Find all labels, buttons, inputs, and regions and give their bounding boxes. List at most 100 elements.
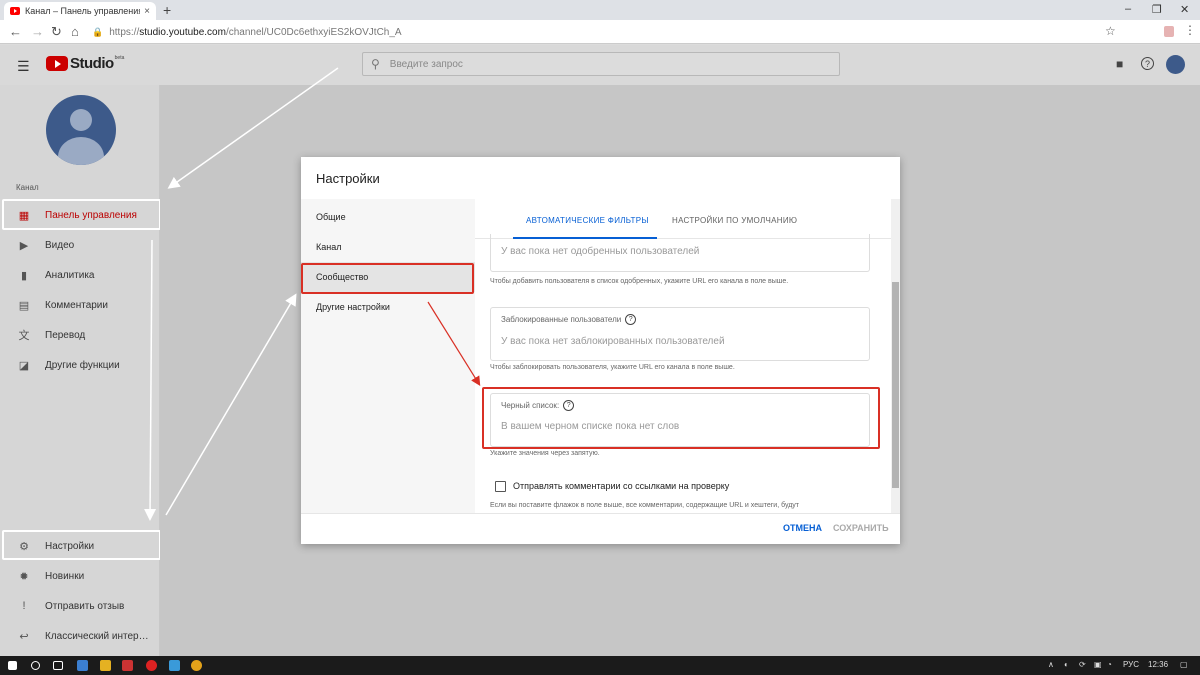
- url-host: studio.youtube.com: [139, 26, 226, 38]
- feedback-icon: !: [22, 600, 26, 612]
- links-review-label[interactable]: Отправлять комментарии со ссылками на пр…: [513, 481, 729, 491]
- bookmark-star-icon[interactable]: ☆: [1105, 24, 1116, 38]
- links-review-checkbox[interactable]: [495, 481, 506, 492]
- minimize-button[interactable]: –: [1125, 3, 1131, 15]
- sidebar-item-other-features[interactable]: ◪ Другие функции: [0, 350, 160, 380]
- restore-button[interactable]: ❐: [1152, 3, 1162, 16]
- sidebar: Канал ▦ Панель управления ▶ Видео ▮ Анал…: [0, 85, 160, 656]
- sidebar-item-comments[interactable]: ▤ Комментарии: [0, 290, 160, 320]
- help-icon[interactable]: ?: [1141, 57, 1154, 70]
- cancel-button[interactable]: ОТМЕНА: [783, 523, 822, 533]
- search-placeholder: Введите запрос: [389, 58, 463, 70]
- window-close-button[interactable]: ✕: [1180, 3, 1189, 16]
- sidebar-item-label: Другие функции: [45, 359, 120, 371]
- home-icon[interactable]: ⌂: [71, 24, 79, 39]
- hamburger-menu-icon[interactable]: ☰: [17, 58, 30, 75]
- analytics-icon: ▮: [20, 269, 28, 282]
- blocked-users-label-text: Заблокированные пользователи: [501, 315, 622, 324]
- approved-users-field[interactable]: У вас пока нет одобренных пользователей: [490, 234, 870, 272]
- forward-arrow-icon[interactable]: →: [31, 24, 44, 39]
- tray-network-icon[interactable]: ◐: [1064, 660, 1069, 669]
- studio-header: ☰ Studio beta ⚲ Введите запрос ■ ?: [0, 45, 1200, 85]
- sidebar-item-translate[interactable]: 文 Перевод: [0, 320, 160, 350]
- other-features-icon: ◪: [18, 359, 30, 372]
- browser-menu-icon[interactable]: ⋮: [1184, 23, 1196, 37]
- dialog-footer: ОТМЕНА СОХРАНИТЬ: [301, 513, 900, 544]
- blacklist-hint: Укажите значения через запятую.: [490, 450, 600, 457]
- sidebar-item-video[interactable]: ▶ Видео: [0, 230, 160, 260]
- tray-keyboard-icon[interactable]: ▣: [1094, 660, 1102, 669]
- settings-dialog: Настройки Общие Канал Сообщество Другие …: [301, 157, 900, 544]
- notifications-icon[interactable]: ▢: [1180, 660, 1188, 669]
- sidebar-item-classic[interactable]: ↩ Классический интер…: [0, 621, 160, 651]
- app-icon[interactable]: [169, 660, 180, 671]
- sidebar-item-analytics[interactable]: ▮ Аналитика: [0, 260, 160, 290]
- channel-avatar[interactable]: [46, 95, 116, 165]
- windows-taskbar: ∧ ◐ ⟳ ▣ ◔ РУС 12:36 ▢: [0, 656, 1200, 675]
- dialog-tabs: АВТОМАТИЧЕСКИЕ ФИЛЬТРЫ НАСТРОЙКИ ПО УМОЛ…: [475, 199, 891, 239]
- extension-icon[interactable]: [1164, 26, 1174, 37]
- lock-icon: 🔒: [92, 26, 104, 37]
- youtube-logo-icon: [46, 56, 68, 71]
- youtube-favicon-icon: [10, 7, 20, 15]
- dialog-nav-other[interactable]: Другие настройки: [301, 292, 475, 322]
- dialog-nav: Общие Канал Сообщество Другие настройки: [301, 199, 475, 513]
- dialog-nav-general[interactable]: Общие: [301, 202, 475, 232]
- tab-auto-filters[interactable]: АВТОМАТИЧЕСКИЕ ФИЛЬТРЫ: [526, 216, 649, 225]
- translate-icon: 文: [18, 330, 30, 342]
- beta-badge: beta: [114, 55, 125, 61]
- browser-tab[interactable]: Канал – Панель управления – Т ×: [4, 2, 156, 20]
- comments-icon: ▤: [18, 299, 30, 312]
- blocked-users-label: Заблокированные пользователи ?: [501, 314, 637, 325]
- file-explorer-icon[interactable]: [100, 660, 111, 671]
- tray-language[interactable]: РУС: [1123, 660, 1139, 669]
- account-avatar[interactable]: [1166, 55, 1185, 74]
- dialog-nav-channel[interactable]: Канал: [301, 232, 475, 262]
- sidebar-item-feedback[interactable]: ! Отправить отзыв: [0, 591, 160, 621]
- blocked-users-hint: Чтобы заблокировать пользователя, укажит…: [490, 364, 735, 371]
- sidebar-item-label: Комментарии: [45, 299, 108, 311]
- url-path: /channel/UC0Dc6ethxyiES2kOVJtCh_A: [225, 26, 402, 38]
- search-icon: ⚲: [371, 57, 380, 71]
- tray-sync-icon[interactable]: ⟳: [1079, 660, 1086, 669]
- yandex-browser-icon[interactable]: [146, 660, 157, 671]
- studio-logo[interactable]: Studio beta: [46, 55, 124, 72]
- save-button[interactable]: СОХРАНИТЬ: [833, 523, 889, 533]
- dialog-title: Настройки: [316, 171, 380, 186]
- filezilla-icon[interactable]: [122, 660, 133, 671]
- browser-tab-title: Канал – Панель управления – Т: [25, 6, 141, 16]
- windows-start-icon[interactable]: [8, 661, 17, 670]
- search-icon[interactable]: [31, 661, 40, 670]
- scrollbar-thumb[interactable]: [892, 282, 899, 488]
- approved-users-placeholder: У вас пока нет одобренных пользователей: [501, 246, 700, 257]
- address-bar[interactable]: 🔒 https://studio.youtube.com/channel/UC0…: [92, 23, 1122, 41]
- task-view-icon[interactable]: [53, 661, 63, 670]
- tray-wifi-icon[interactable]: ◔: [1107, 660, 1112, 669]
- links-review-hint: Если вы поставите флажок в поле выше, вс…: [490, 502, 800, 509]
- sidebar-item-label: Новинки: [45, 570, 85, 582]
- computer-app-icon[interactable]: [77, 660, 88, 671]
- reload-icon[interactable]: ↻: [51, 24, 62, 40]
- sidebar-item-whats-new[interactable]: ✹ Новинки: [0, 561, 160, 591]
- dialog-scrollbar[interactable]: [891, 199, 900, 513]
- studio-logo-text: Studio: [70, 55, 114, 72]
- blocked-users-field[interactable]: Заблокированные пользователи ? У вас пок…: [490, 307, 870, 361]
- dialog-content: АВТОМАТИЧЕСКИЕ ФИЛЬТРЫ НАСТРОЙКИ ПО УМОЛ…: [475, 199, 891, 513]
- new-tab-button[interactable]: +: [163, 2, 171, 18]
- help-icon[interactable]: ?: [625, 314, 637, 325]
- browser-toolbar: ← → ↻ ⌂ 🔒 https://studio.youtube.com/cha…: [0, 20, 1200, 44]
- tray-clock[interactable]: 12:36: [1148, 660, 1168, 669]
- highlight-blacklist: [482, 387, 880, 449]
- highlight-settings: [2, 530, 161, 560]
- tab-close-icon[interactable]: ×: [144, 6, 150, 17]
- tray-expand-icon[interactable]: ∧: [1048, 660, 1054, 669]
- tab-defaults[interactable]: НАСТРОЙКИ ПО УМОЛЧАНИЮ: [672, 216, 797, 225]
- sidebar-item-label: Отправить отзыв: [45, 600, 125, 612]
- chrome-icon[interactable]: [191, 660, 202, 671]
- back-arrow-icon[interactable]: ←: [9, 24, 22, 39]
- blocked-users-placeholder: У вас пока нет заблокированных пользоват…: [501, 336, 725, 347]
- search-input[interactable]: ⚲ Введите запрос: [362, 52, 840, 76]
- video-icon: ▶: [19, 239, 29, 252]
- create-video-icon[interactable]: ■: [1116, 57, 1123, 71]
- sidebar-item-label: Аналитика: [45, 269, 95, 281]
